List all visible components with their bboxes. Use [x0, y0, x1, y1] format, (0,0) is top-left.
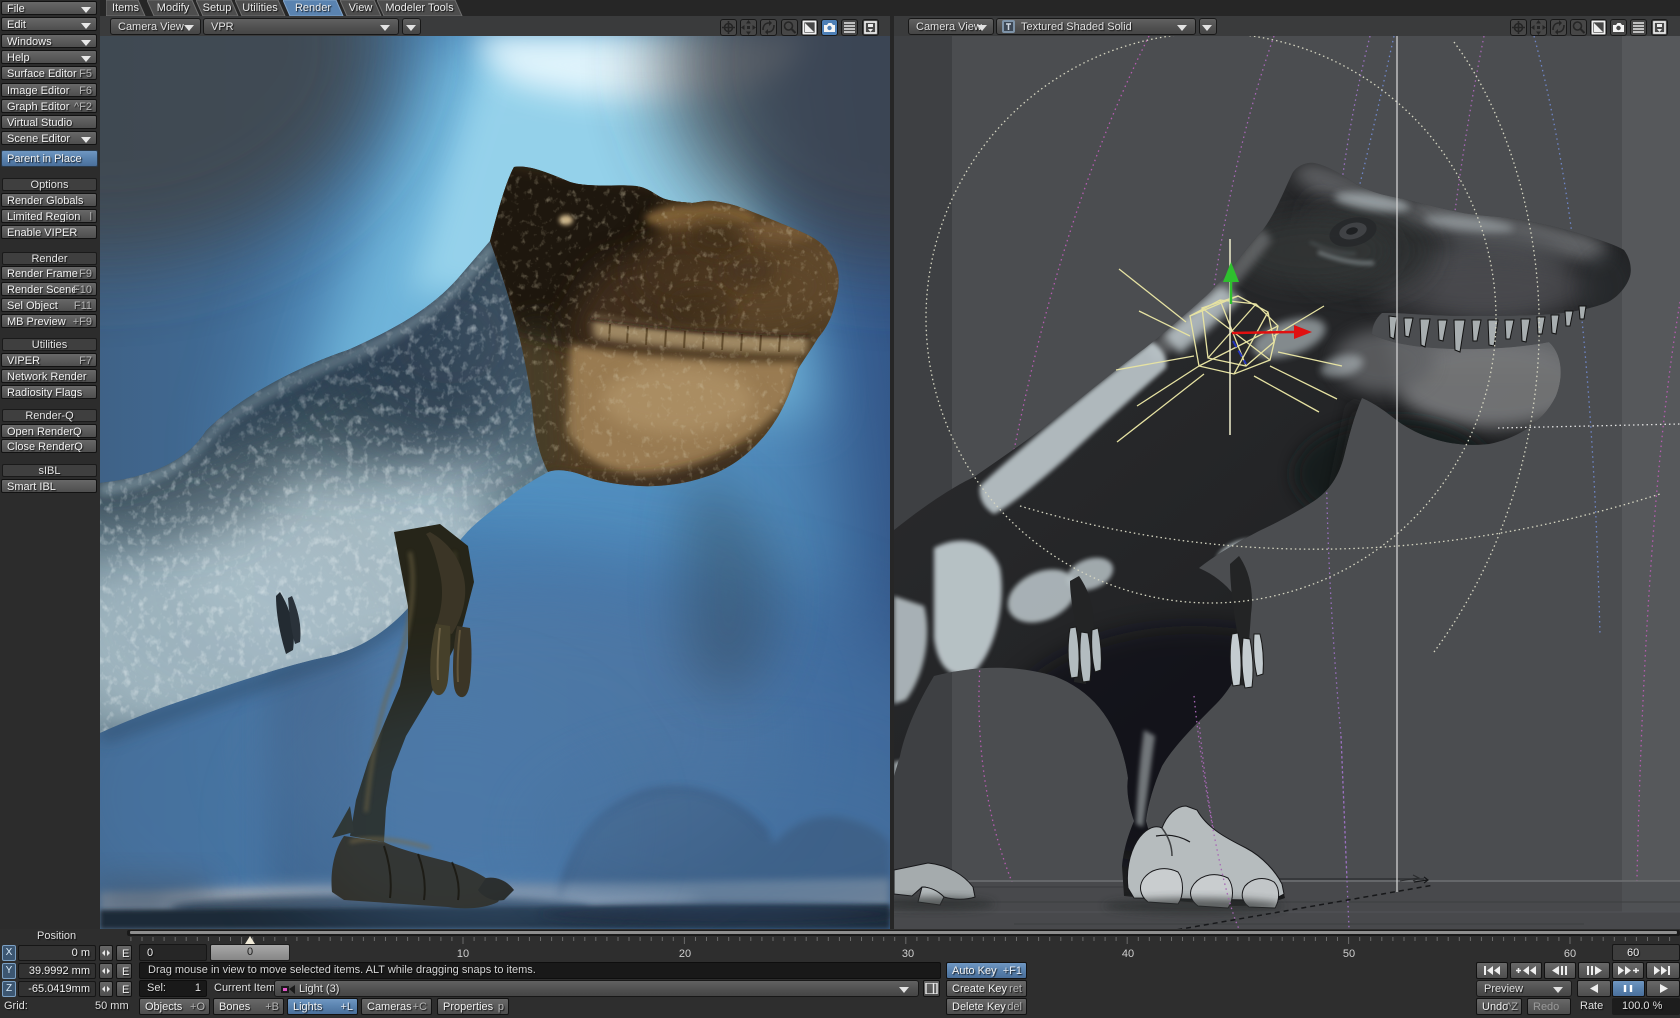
svg-text:20: 20 [679, 948, 691, 960]
svg-text:10: 10 [457, 948, 469, 960]
svg-text:60: 60 [1564, 948, 1576, 960]
svg-text:50: 50 [1343, 948, 1355, 960]
svg-text:30: 30 [902, 948, 914, 960]
svg-text:40: 40 [1122, 948, 1134, 960]
